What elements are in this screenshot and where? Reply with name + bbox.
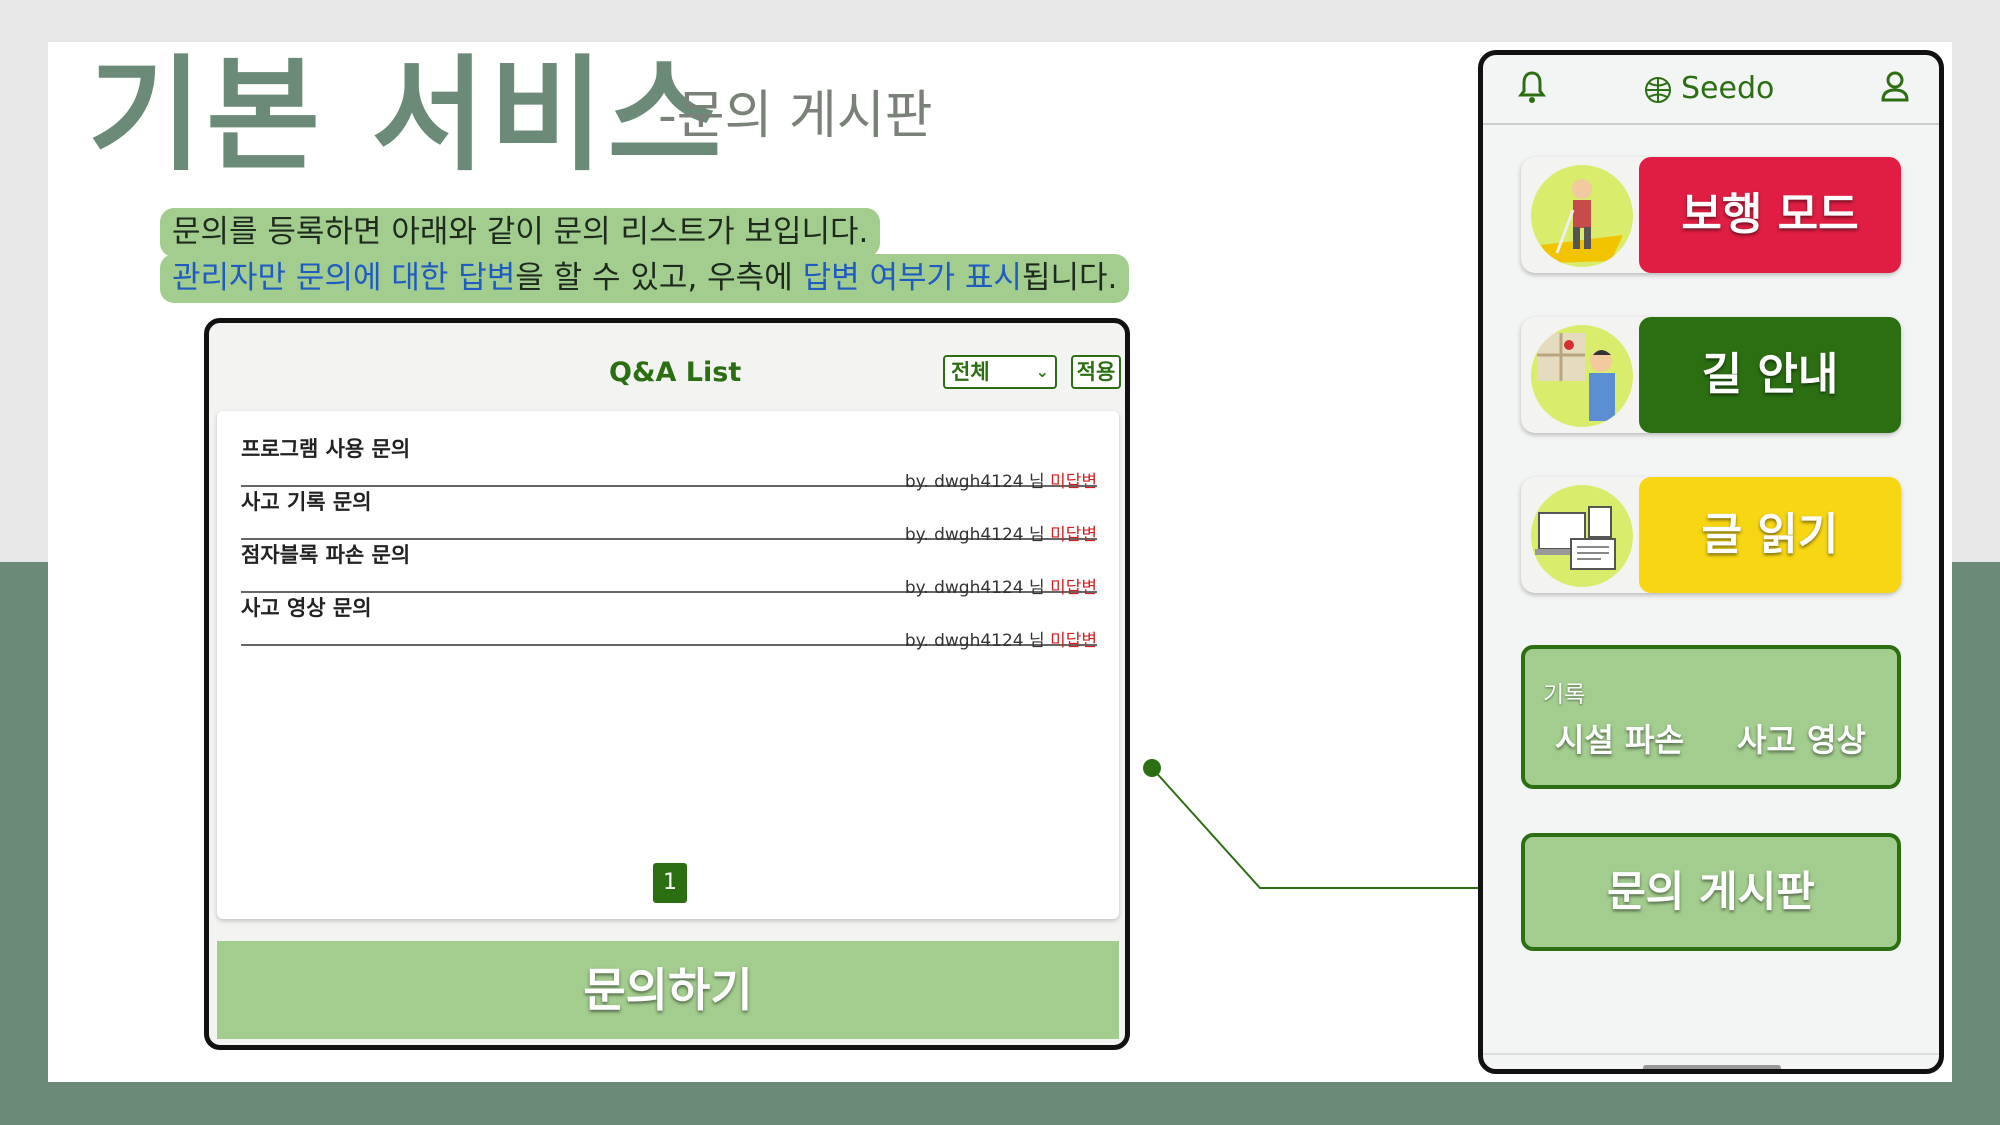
app-header: Seedo bbox=[1483, 55, 1939, 125]
walk-mode-button[interactable]: 보행 모드 bbox=[1639, 157, 1901, 273]
map-person-illustration bbox=[1531, 325, 1633, 427]
reading-button[interactable]: 글 읽기 bbox=[1639, 477, 1901, 593]
record-caption: 기록 bbox=[1543, 682, 1586, 708]
navigation-button[interactable]: 길 안내 bbox=[1639, 317, 1901, 433]
home-indicator bbox=[1643, 1065, 1781, 1069]
bell-icon[interactable] bbox=[1517, 69, 1547, 109]
devices-illustration bbox=[1531, 485, 1633, 587]
reading-card[interactable]: 글 읽기 bbox=[1521, 477, 1901, 593]
globe-icon bbox=[1645, 76, 1671, 103]
walking-person-illustration bbox=[1531, 165, 1633, 267]
app-brand: Seedo bbox=[1643, 71, 1774, 106]
facility-damage-button[interactable]: 시설 파손 bbox=[1555, 715, 1684, 761]
app-brand-name: Seedo bbox=[1681, 71, 1775, 106]
walk-mode-card[interactable]: 보행 모드 bbox=[1521, 157, 1901, 273]
phone-footer-divider bbox=[1483, 1053, 1939, 1055]
inquiry-board-button[interactable]: 문의 게시판 bbox=[1521, 833, 1901, 951]
accident-video-button[interactable]: 사고 영상 bbox=[1737, 715, 1866, 761]
navigation-card[interactable]: 길 안내 bbox=[1521, 317, 1901, 433]
phone-mockup: Seedo 보행 모드 길 안내 글 읽기 기록 시설 파손 사고 영상 문의 … bbox=[1478, 50, 1944, 1074]
record-card: 기록 시설 파손 사고 영상 bbox=[1521, 645, 1901, 789]
user-icon[interactable] bbox=[1879, 69, 1911, 107]
